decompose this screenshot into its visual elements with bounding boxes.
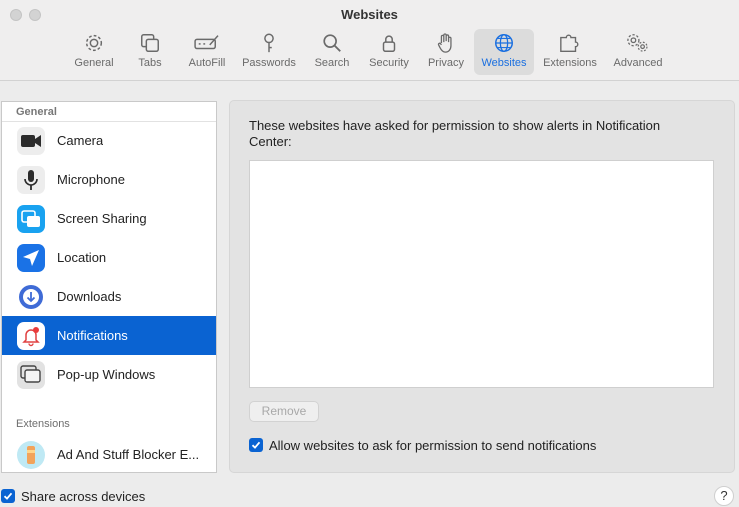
download-icon (17, 283, 45, 311)
key-icon (264, 33, 274, 53)
magnifier-icon (323, 34, 341, 52)
sidebar-item-ad-blocker[interactable]: Ad And Stuff Blocker E... (2, 435, 216, 472)
bell-icon (17, 321, 45, 350)
sidebar-item-label: Location (57, 250, 107, 265)
sidebar[interactable]: General Camera Microphone Screen Sharing… (1, 101, 217, 473)
extension-app-icon (17, 440, 45, 469)
toolbar: Websites General Tabs AutoFill Passwords… (0, 0, 739, 81)
toolbar-autofill-label: AutoFill (188, 57, 226, 69)
sidebar-item-popup-windows[interactable]: Pop-up Windows (2, 355, 216, 394)
puzzle-icon (560, 34, 579, 52)
sidebar-item-microphone[interactable]: Microphone (2, 160, 216, 199)
toolbar-tabs-label: Tabs (138, 57, 162, 69)
toolbar-privacy-label: Privacy (427, 57, 465, 69)
screen-sharing-icon (17, 204, 45, 233)
sidebar-item-label: Screen Sharing (57, 211, 147, 226)
sidebar-item-label: Notifications (57, 328, 128, 343)
tabs-icon (141, 34, 159, 52)
sidebar-item-downloads[interactable]: Downloads (2, 277, 216, 316)
checkmark-icon (251, 441, 261, 449)
sidebar-item-notifications[interactable]: Notifications (2, 316, 216, 355)
sidebar-item-label: Microphone (57, 172, 125, 187)
toolbar-extensions-label: Extensions (543, 57, 597, 69)
globe-icon (495, 34, 513, 52)
autofill-icon (194, 35, 219, 50)
sidebar-item-label: Camera (57, 133, 104, 148)
sidebar-item-camera[interactable]: Camera (2, 121, 216, 160)
lock-icon (382, 35, 396, 52)
toolbar-security-label: Security (369, 57, 409, 69)
sidebar-general-header: General (16, 106, 57, 118)
share-across-devices-checkbox[interactable] (1, 489, 15, 503)
camera-icon (17, 126, 45, 155)
checkmark-icon (3, 492, 13, 500)
sidebar-item-screen-sharing[interactable]: Screen Sharing (2, 199, 216, 238)
toolbar-websites[interactable]: Websites (474, 29, 534, 75)
share-across-devices-label: Share across devices (21, 489, 146, 504)
allow-notifications-checkbox[interactable] (249, 438, 263, 452)
sidebar-item-label: Pop-up Windows (57, 367, 156, 382)
toolbar-tabs[interactable]: Tabs (130, 29, 170, 75)
toolbar-privacy[interactable]: Privacy (423, 29, 469, 75)
toolbar-search-label: Search (314, 57, 350, 69)
toolbar-passwords-label: Passwords (242, 57, 296, 69)
toolbar-websites-label: Websites (481, 57, 527, 69)
allow-notifications-label: Allow websites to ask for permission to … (269, 438, 597, 453)
sidebar-item-location[interactable]: Location (2, 238, 216, 277)
toolbar-general-label: General (74, 57, 114, 69)
microphone-icon (17, 165, 45, 194)
panel-description: These websites have asked for permission… (249, 118, 661, 149)
sidebar-extensions-header: Extensions (16, 418, 70, 430)
sidebar-item-label: Downloads (57, 289, 122, 304)
location-arrow-icon (17, 243, 45, 272)
toolbar-search[interactable]: Search (310, 29, 354, 75)
remove-button[interactable]: Remove (249, 401, 319, 422)
toolbar-extensions[interactable]: Extensions (539, 29, 601, 75)
popup-windows-icon (17, 360, 45, 389)
window-title: Websites (341, 7, 398, 22)
toolbar-general[interactable]: General (70, 29, 118, 75)
gears-icon (627, 34, 648, 52)
toolbar-advanced[interactable]: Advanced (609, 29, 667, 75)
gear-icon (85, 34, 103, 52)
toolbar-passwords[interactable]: Passwords (239, 29, 299, 75)
help-button[interactable]: ? (714, 486, 734, 506)
toolbar-advanced-label: Advanced (613, 57, 663, 69)
websites-list[interactable] (249, 160, 714, 388)
sidebar-item-label: Ad And Stuff Blocker E... (57, 447, 200, 462)
toolbar-autofill[interactable]: AutoFill (184, 29, 230, 75)
hand-icon (437, 33, 452, 53)
toolbar-security[interactable]: Security (364, 29, 414, 75)
